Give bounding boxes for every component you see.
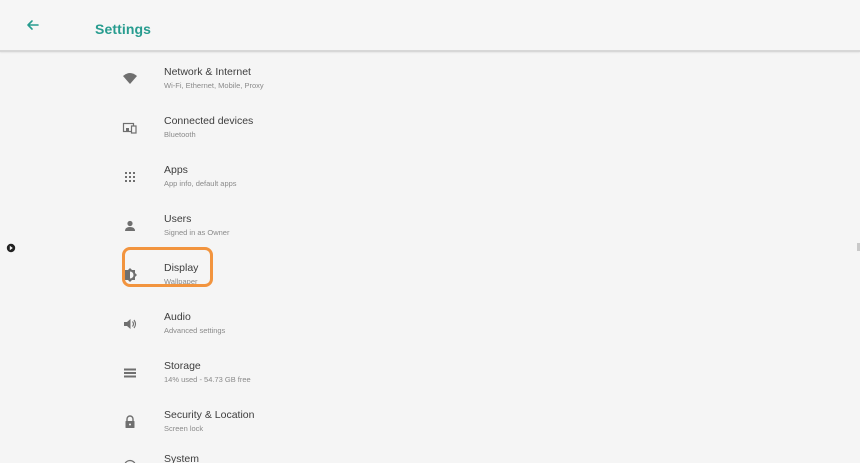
settings-item-subtitle: Wallpaper [164,277,198,286]
settings-item-subtitle: Signed in as Owner [164,228,230,237]
settings-item-title: Users [164,213,192,225]
settings-item-display[interactable]: Display Wallpaper [105,254,705,294]
back-button[interactable] [22,14,44,36]
settings-item-title: Security & Location [164,409,255,421]
apps-grid-icon [121,168,139,186]
settings-item-title: Apps [164,164,188,176]
person-icon [121,217,139,235]
settings-item-subtitle: 14% used - 54.73 GB free [164,375,251,384]
play-indicator-icon [6,241,16,253]
storage-icon [121,364,139,382]
settings-item-subtitle: Advanced settings [164,326,226,335]
settings-item-title: Audio [164,311,191,323]
settings-item-title: Connected devices [164,115,254,127]
devices-icon [121,119,139,137]
settings-item-title: Storage [164,360,201,372]
app-bar: Settings [0,0,860,52]
settings-item-connected-devices[interactable]: Connected devices Bluetooth [105,107,705,147]
page-title: Settings [95,21,152,37]
settings-item-audio[interactable]: Audio Advanced settings [105,303,705,343]
settings-item-title: Network & Internet [164,66,251,78]
lock-icon [121,413,139,431]
settings-item-network[interactable]: Network & Internet Wi-Fi, Ethernet, Mobi… [105,58,705,98]
settings-item-subtitle: App info, default apps [164,179,237,188]
settings-item-apps[interactable]: Apps App info, default apps [105,156,705,196]
settings-screen: Settings Network & Internet Wi-Fi, Ether… [0,0,860,463]
settings-item-title: System [164,453,200,463]
settings-item-system[interactable]: System [105,445,705,463]
settings-item-subtitle: Bluetooth [164,130,196,139]
brightness-icon [121,266,139,284]
settings-item-subtitle: Wi-Fi, Ethernet, Mobile, Proxy [164,81,264,90]
speaker-icon [121,315,139,333]
settings-item-users[interactable]: Users Signed in as Owner [105,205,705,245]
settings-item-storage[interactable]: Storage 14% used - 54.73 GB free [105,352,705,392]
wifi-icon [121,70,139,88]
settings-item-subtitle: Screen lock [164,424,204,433]
settings-item-security[interactable]: Security & Location Screen lock [105,401,705,441]
info-icon [121,457,139,463]
arrow-left-icon [27,20,39,30]
settings-item-title: Display [164,262,199,274]
